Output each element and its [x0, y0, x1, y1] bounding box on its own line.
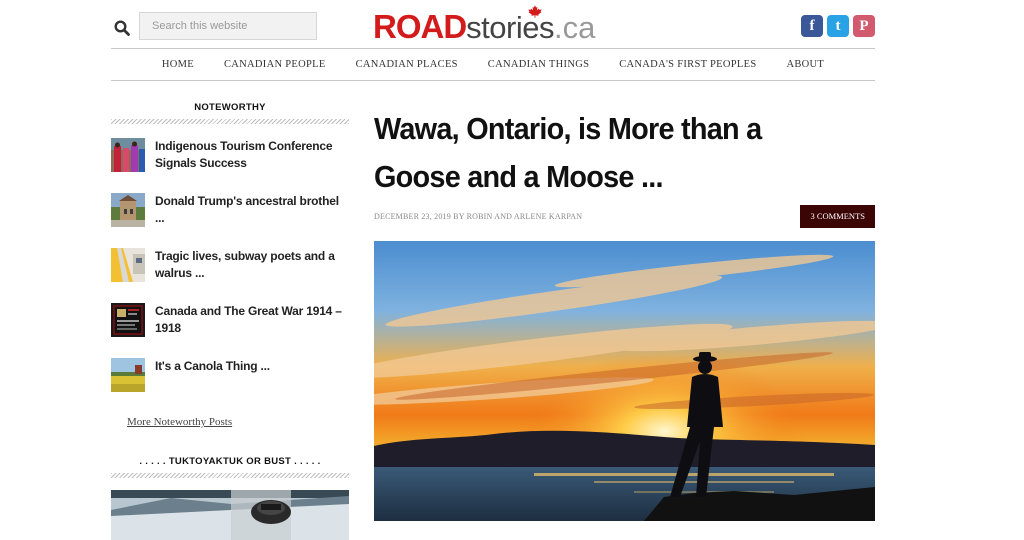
article-meta: DECEMBER 23, 2019 BY ROBIN AND ARLENE KA…: [374, 212, 583, 221]
post-thumbnail[interactable]: [111, 248, 145, 282]
tuktoyaktuk-title: . . . . . TUKTOYAKTUK OR BUST . . . . .: [139, 456, 321, 467]
search-input[interactable]: [139, 12, 317, 40]
nav-about[interactable]: ABOUT: [786, 49, 824, 80]
twitter-icon[interactable]: t: [827, 15, 849, 37]
social-links: ftP: [797, 15, 875, 39]
nav-first-peoples[interactable]: CANADA'S FIRST PEOPLES: [619, 49, 756, 80]
nav-canadian-places[interactable]: CANADIAN PLACES: [356, 49, 458, 80]
facebook-icon[interactable]: f: [801, 15, 823, 37]
post-thumbnail[interactable]: [111, 303, 145, 337]
noteworthy-title: NOTEWORTHY: [194, 102, 266, 113]
post-title[interactable]: Tragic lives, subway poets and a walrus …: [155, 248, 349, 282]
post-title[interactable]: It's a Canola Thing ...: [155, 358, 349, 375]
nav-canadian-people[interactable]: CANADIAN PEOPLE: [224, 49, 326, 80]
comments-button[interactable]: 3 COMMENTS: [800, 205, 875, 228]
nav-canadian-things[interactable]: CANADIAN THINGS: [488, 49, 589, 80]
post-thumbnail[interactable]: [111, 138, 145, 172]
search-icon[interactable]: [114, 20, 130, 36]
more-noteworthy-link[interactable]: More Noteworthy Posts: [127, 416, 232, 428]
logo-road: ROAD: [373, 8, 467, 45]
post-thumbnail[interactable]: [111, 358, 145, 392]
article-title[interactable]: Wawa, Ontario, is More than a Goose and …: [374, 105, 840, 201]
main-nav: HOME CANADIAN PEOPLE CANADIAN PLACES CAN…: [111, 49, 875, 80]
site-logo[interactable]: ROADstories.ca: [373, 5, 596, 45]
nav-home[interactable]: HOME: [162, 49, 194, 80]
post-title[interactable]: Indigenous Tourism Conference Signals Su…: [155, 138, 349, 172]
hero-image[interactable]: [374, 241, 875, 521]
post-title[interactable]: Canada and The Great War 1914 – 1918: [155, 303, 349, 337]
widget-divider: [111, 119, 349, 124]
tuktoyaktuk-widget: . . . . . TUKTOYAKTUK OR BUST . . . . .: [111, 456, 349, 540]
maple-leaf-icon: [528, 5, 542, 18]
nav-divider: [111, 80, 875, 81]
pinterest-icon[interactable]: P: [853, 15, 875, 37]
tuktoyaktuk-image[interactable]: [111, 490, 349, 540]
logo-tld: .ca: [553, 10, 596, 45]
post-thumbnail[interactable]: [111, 193, 145, 227]
post-title[interactable]: Donald Trump's ancestral brothel ...: [155, 193, 349, 227]
widget-divider: [111, 473, 349, 478]
sidebar: NOTEWORTHY Indigenous Tourism Conference…: [111, 102, 349, 540]
